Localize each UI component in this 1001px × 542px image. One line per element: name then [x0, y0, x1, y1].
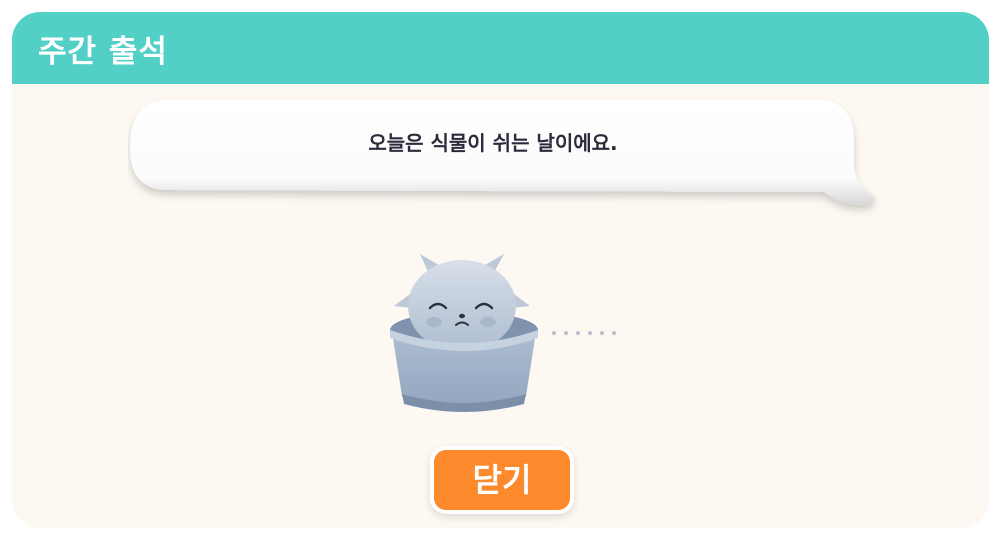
weekly-attendance-dialog: 주간 출석 오늘은 식물이 쉬는 날이에요. 닫기 — [12, 12, 989, 528]
dialog-title: 주간 출석 — [38, 34, 168, 70]
speech-bubble: 오늘은 식물이 쉬는 날이에요. — [128, 98, 876, 205]
close-button-label[interactable]: 닫기 — [434, 450, 570, 510]
close-button[interactable]: 닫기 — [430, 446, 574, 514]
ellipsis-dots-icon — [550, 322, 630, 335]
bubble-message: 오늘은 식물이 쉬는 날이에요. — [368, 131, 618, 155]
sleeping-plant-in-pot-icon — [382, 248, 542, 418]
dialog-header: 주간 출석 — [12, 12, 989, 84]
